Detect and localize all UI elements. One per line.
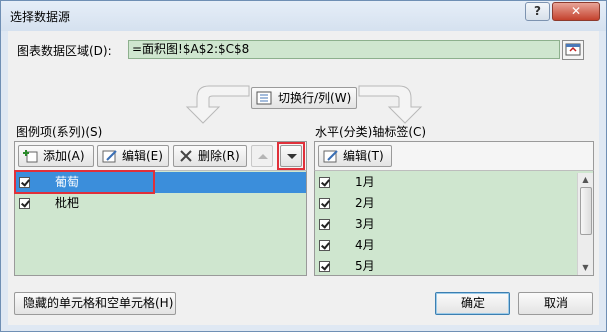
axis-list-scrollbar[interactable]: ▲ ▼ (577, 173, 593, 275)
axis-item-checkbox[interactable] (319, 219, 330, 230)
arrow-right-curve-icon (358, 85, 423, 124)
switch-row-column-label: 切换行/列(W) (278, 91, 352, 105)
add-series-button[interactable]: 添加(A) (18, 145, 94, 167)
axis-item-label: 4月 (355, 238, 375, 252)
help-icon: ? (534, 4, 541, 18)
axis-item-checkbox[interactable] (319, 198, 330, 209)
selected-series-highlight (14, 170, 155, 194)
edit-icon (323, 150, 338, 163)
chart-data-range-label: 图表数据区域(D): (17, 44, 112, 58)
delete-series-button[interactable]: 删除(R) (173, 145, 247, 167)
range-collapse-icon (565, 43, 581, 56)
select-data-source-dialog: 选择数据源 ? ✕ 图表数据区域(D): =面积图!$A$2:$C$8 切换行/… (0, 0, 607, 332)
chart-data-range-input[interactable]: =面积图!$A$2:$C$8 (128, 40, 560, 59)
hidden-and-empty-cells-button[interactable]: 隐藏的单元格和空单元格(H) (14, 292, 176, 315)
axis-item-checkbox[interactable] (319, 177, 330, 188)
axis-item-label: 1月 (355, 175, 375, 189)
range-collapse-button[interactable] (562, 40, 584, 60)
cancel-button[interactable]: 取消 (518, 292, 593, 315)
axis-item-checkbox[interactable] (319, 240, 330, 251)
add-icon (23, 150, 38, 163)
delete-series-label: 删除(R) (198, 149, 240, 163)
help-button[interactable]: ? (525, 2, 550, 21)
edit-series-button[interactable]: 编辑(E) (97, 145, 169, 167)
axis-item-label: 3月 (355, 217, 375, 231)
legend-item[interactable]: 枇杷 (15, 193, 306, 214)
edit-series-label: 编辑(E) (122, 149, 163, 163)
switch-row-column-icon (256, 91, 272, 105)
axis-labels-label: 水平(分类)轴标签(C) (315, 125, 427, 139)
scroll-thumb[interactable] (580, 187, 592, 235)
add-series-label: 添加(A) (43, 149, 85, 163)
switch-row-column-button[interactable]: 切换行/列(W) (251, 87, 357, 109)
list-item[interactable]: 2月 (315, 193, 577, 214)
close-icon: ✕ (570, 4, 582, 18)
legend-item-label: 枇杷 (55, 196, 80, 210)
legend-entries-label: 图例项(系列)(S) (16, 125, 103, 139)
axis-item-label: 2月 (355, 196, 375, 210)
title-bar: 选择数据源 ? ✕ (1, 1, 606, 31)
close-button[interactable]: ✕ (552, 2, 600, 21)
legend-item-checkbox[interactable] (19, 198, 30, 209)
arrow-left-curve-icon (185, 85, 250, 124)
ok-label: 确定 (461, 296, 486, 310)
move-up-icon (258, 154, 268, 159)
list-item[interactable]: 5月 (315, 256, 577, 277)
hidden-and-empty-cells-label: 隐藏的单元格和空单元格(H) (23, 296, 174, 310)
list-item[interactable]: 4月 (315, 235, 577, 256)
move-down-highlight (277, 142, 305, 170)
dialog-title: 选择数据源 (10, 10, 71, 24)
delete-icon (180, 150, 192, 162)
edit-axis-labels-label: 编辑(T) (343, 149, 384, 163)
edit-axis-labels-button[interactable]: 编辑(T) (318, 145, 392, 167)
ok-button[interactable]: 确定 (435, 292, 510, 315)
axis-item-label: 5月 (355, 259, 375, 273)
scroll-down-icon[interactable]: ▼ (580, 262, 591, 273)
edit-icon (102, 150, 117, 163)
scroll-up-icon[interactable]: ▲ (580, 174, 591, 185)
list-item[interactable]: 3月 (315, 214, 577, 235)
cancel-label: 取消 (544, 296, 569, 310)
move-up-button[interactable] (251, 145, 273, 167)
axis-item-checkbox[interactable] (319, 261, 330, 272)
list-item[interactable]: 1月 (315, 172, 577, 193)
